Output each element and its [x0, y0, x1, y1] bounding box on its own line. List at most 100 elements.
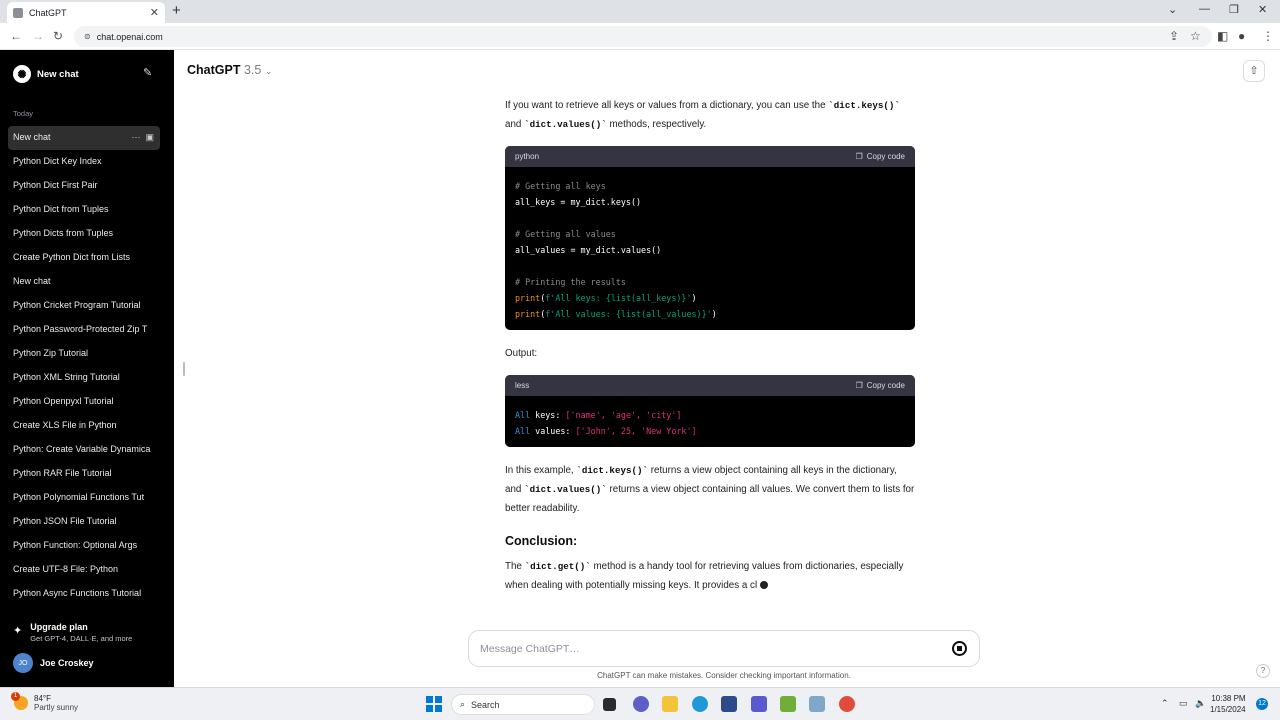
- volume-icon[interactable]: 🔈: [1195, 698, 1206, 709]
- remote-desktop-icon[interactable]: [809, 696, 825, 712]
- new-chat-label: New chat: [37, 68, 79, 80]
- chat-history-item[interactable]: Python Openpyxl Tutorial: [8, 390, 160, 414]
- model-selector[interactable]: ChatGPT 3.5 ⌄: [187, 63, 272, 77]
- user-menu-button[interactable]: JO Joe Croskey: [13, 653, 94, 673]
- message-placeholder: Message ChatGPT…: [480, 642, 580, 655]
- back-icon[interactable]: ←: [10, 29, 22, 43]
- share-page-icon[interactable]: ⇪: [1169, 29, 1179, 43]
- url-text: chat.openai.com: [96, 31, 163, 42]
- weather-widget[interactable]: 1 84°F Partly sunny: [11, 692, 79, 712]
- restore-icon[interactable]: ❐: [1229, 3, 1239, 16]
- archive-icon[interactable]: ▣: [145, 132, 154, 142]
- chat-history-item[interactable]: New chat: [8, 270, 160, 294]
- tab-title: ChatGPT: [29, 7, 67, 18]
- code-language: less: [515, 381, 530, 390]
- upgrade-subtitle: Get GPT-4, DALL·E, and more: [30, 634, 133, 643]
- section-heading: Conclusion:: [505, 534, 578, 548]
- chat-history-item[interactable]: Python XML String Tutorial: [8, 366, 160, 390]
- chat-history-item[interactable]: Python Dict from Tuples: [8, 198, 160, 222]
- history-section-label: Today: [13, 109, 34, 118]
- chat-history-item[interactable]: Python Dict Key Index: [8, 150, 160, 174]
- chat-history-item[interactable]: Create UTF-8 File: Python: [8, 558, 160, 582]
- main-panel: ChatGPT 3.5 ⌄ ⇧ If you want to retrieve …: [174, 50, 1280, 687]
- help-icon[interactable]: ?: [1256, 664, 1270, 678]
- site-info-icon[interactable]: ⊜: [84, 32, 91, 41]
- chat-history-item[interactable]: New chat ⋯ ▣: [8, 126, 160, 150]
- code-content: # Getting all keys all_keys = my_dict.ke…: [515, 181, 717, 319]
- output-label: Output:: [505, 348, 538, 359]
- store-icon[interactable]: [721, 696, 737, 712]
- notepad-plus-icon[interactable]: [780, 696, 796, 712]
- side-panel-icon[interactable]: ◧: [1217, 29, 1228, 43]
- vpn-app-icon[interactable]: [751, 696, 767, 712]
- user-name: Joe Croskey: [40, 658, 94, 668]
- message-input[interactable]: Message ChatGPT…: [468, 630, 980, 667]
- new-tab-icon[interactable]: +: [172, 2, 181, 19]
- browser-tab[interactable]: ChatGPT ✕: [7, 2, 165, 23]
- assistant-message: If you want to retrieve all keys or valu…: [505, 96, 915, 595]
- chat-history-item[interactable]: Create Python Dict from Lists: [8, 246, 160, 270]
- bookmark-star-icon[interactable]: ☆: [1190, 29, 1201, 43]
- chevron-down-icon: ⌄: [264, 66, 273, 76]
- copy-code-button[interactable]: ❐ Copy code: [856, 147, 905, 166]
- system-clock[interactable]: 10:38 PM 1/15/2024: [1210, 693, 1246, 715]
- weather-badge: 1: [11, 692, 20, 701]
- profile-icon[interactable]: ●: [1238, 29, 1245, 43]
- copy-code-button[interactable]: ❐ Copy code: [856, 376, 905, 395]
- model-version: 3.5: [243, 63, 262, 77]
- upgrade-title: Upgrade plan: [30, 622, 88, 632]
- share-chat-icon[interactable]: ⇧: [1243, 60, 1265, 82]
- search-icon: ⌕: [460, 699, 466, 709]
- tab-search-chevron-icon[interactable]: ⌄: [1168, 3, 1177, 16]
- address-bar-row: ← → ↻ ⊜ chat.openai.com ⇪ ☆ ◧ ● ⋮: [0, 23, 1280, 50]
- chat-history-item[interactable]: Python: Create Variable Dynamica: [8, 438, 160, 462]
- new-chat-edit-icon[interactable]: ✎: [143, 66, 152, 79]
- new-chat-header[interactable]: ✺ New chat: [13, 65, 79, 83]
- chat-history-item[interactable]: Python Zip Tutorial: [8, 342, 160, 366]
- browser-menu-icon[interactable]: ⋮: [1262, 29, 1274, 43]
- chrome-browser-icon[interactable]: [839, 696, 855, 712]
- code-content: All keys: ['name', 'age', 'city'] All va…: [515, 410, 697, 436]
- stop-generating-icon[interactable]: [952, 641, 967, 656]
- chat-history-item[interactable]: Python RAR File Tutorial: [8, 462, 160, 486]
- chat-history-item[interactable]: Python JSON File Tutorial: [8, 510, 160, 534]
- chat-history-list: New chat ⋯ ▣ Python Dict Key Index Python…: [8, 126, 160, 606]
- browser-tab-strip: ChatGPT ✕ + ⌄ — ❐ ✕: [0, 0, 1280, 23]
- chat-history-item[interactable]: Python Polynomial Functions Tut: [8, 486, 160, 510]
- edge-browser-icon[interactable]: [692, 696, 708, 712]
- chat-history-item[interactable]: Python Dict First Pair: [8, 174, 160, 198]
- forward-icon[interactable]: →: [32, 29, 44, 43]
- taskbar-search[interactable]: ⌕ Search: [451, 694, 595, 715]
- disclaimer-text: ChatGPT can make mistakes. Consider chec…: [597, 671, 851, 680]
- code-language: python: [515, 152, 540, 161]
- file-explorer-icon[interactable]: [662, 696, 678, 712]
- model-name: ChatGPT: [187, 63, 241, 77]
- reload-icon[interactable]: ↻: [53, 29, 63, 43]
- upgrade-plan-button[interactable]: ✦ Upgrade plan Get GPT-4, DALL·E, and mo…: [13, 622, 132, 643]
- chat-history-item[interactable]: Python Cricket Program Tutorial: [8, 294, 160, 318]
- window-close-icon[interactable]: ✕: [1258, 3, 1267, 16]
- weather-desc: Partly sunny: [34, 703, 79, 712]
- sparkle-icon: ✦: [13, 625, 23, 637]
- weather-temp: 84°F: [34, 694, 51, 703]
- sun-icon: 1: [11, 692, 28, 710]
- sidebar-resize-handle[interactable]: [183, 362, 185, 376]
- url-bar[interactable]: ⊜ chat.openai.com: [74, 26, 1212, 47]
- chat-app-icon[interactable]: [633, 696, 649, 712]
- windows-start-icon[interactable]: [426, 696, 442, 712]
- message-paragraph: The `dict.get()` method is a handy tool …: [505, 561, 904, 591]
- notification-count[interactable]: 12: [1256, 698, 1268, 710]
- more-options-icon[interactable]: ⋯: [131, 132, 140, 142]
- chat-history-item[interactable]: Create XLS File in Python: [8, 414, 160, 438]
- chat-history-item[interactable]: Python Function: Optional Args: [8, 534, 160, 558]
- clock-time: 10:38 PM: [1211, 694, 1246, 703]
- clipboard-icon: ❐: [855, 381, 863, 390]
- minimize-icon[interactable]: —: [1199, 3, 1210, 15]
- tab-close-icon[interactable]: ✕: [150, 6, 159, 19]
- chat-history-item[interactable]: Python Password-Protected Zip T: [8, 318, 160, 342]
- tray-chevron-icon[interactable]: ⌃: [1161, 698, 1169, 709]
- chat-history-item[interactable]: Python Dicts from Tuples: [8, 222, 160, 246]
- task-view-icon[interactable]: [603, 698, 616, 711]
- network-icon[interactable]: ▭: [1179, 698, 1188, 709]
- chat-history-item[interactable]: Python Async Functions Tutorial: [8, 582, 160, 606]
